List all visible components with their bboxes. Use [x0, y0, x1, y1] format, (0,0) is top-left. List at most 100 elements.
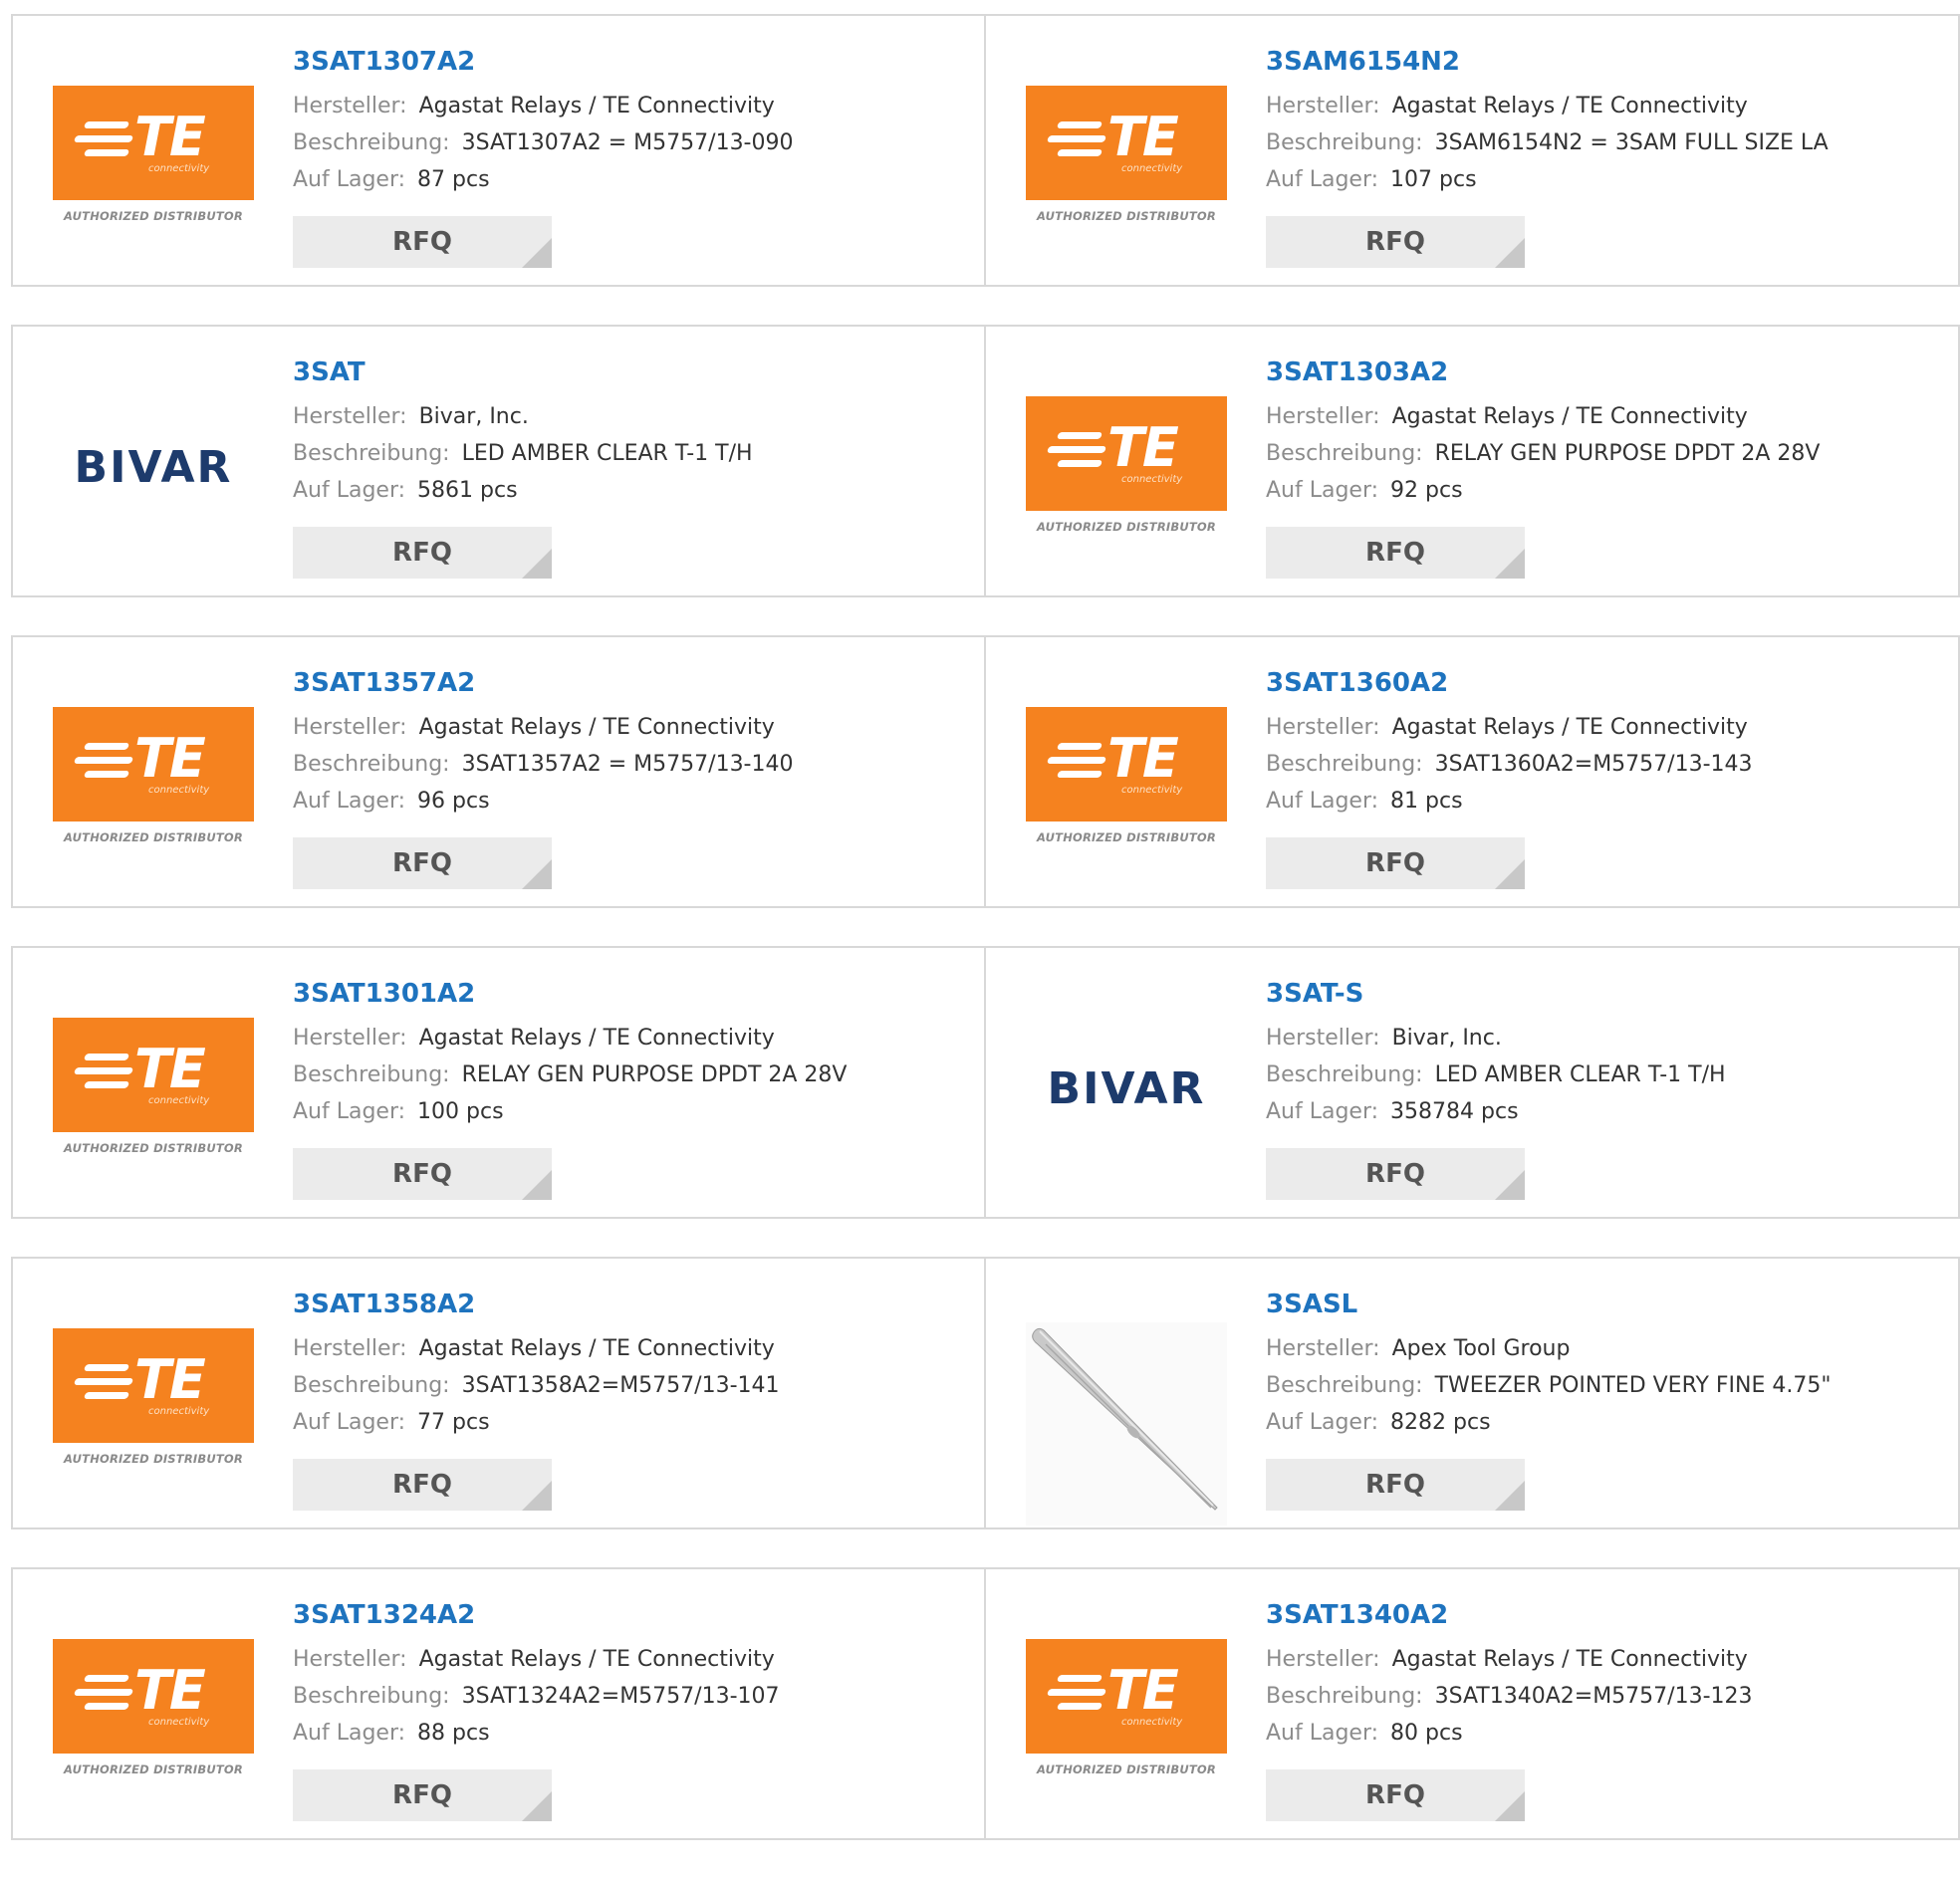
te-logo-lines — [73, 743, 134, 781]
description-field-value: 3SAT1360A2=M5757/13-143 — [1434, 752, 1753, 777]
te-connectivity-logo: TE connectivity AUTHORIZED DISTRIBUTOR — [53, 1328, 254, 1468]
description-field: Beschreibung: 3SAT1357A2 = M5757/13-140 — [293, 746, 970, 783]
rfq-button-label: RFQ — [392, 1780, 452, 1810]
rfq-button-label: RFQ — [392, 538, 452, 568]
part-number-link[interactable]: 3SAT1358A2 — [293, 1287, 970, 1322]
corner-triangle-icon — [1495, 1791, 1525, 1821]
description-field-label: Beschreibung: — [1266, 1062, 1423, 1087]
part-number-link[interactable]: 3SAT1324A2 — [293, 1597, 970, 1633]
rfq-button[interactable]: RFQ — [293, 837, 552, 889]
product-card: TE connectivity AUTHORIZED DISTRIBUTOR 3SAT… — [11, 946, 986, 1219]
manufacturer-field: Hersteller: Agastat Relays / TE Connectiv… — [1266, 398, 1943, 435]
te-logo-lines — [73, 1054, 134, 1091]
description-field: Beschreibung: 3SAM6154N2 = 3SAM FULL SIZE… — [1266, 124, 1943, 161]
manufacturer-field-label: Hersteller: — [1266, 404, 1380, 429]
stock-field-value: 80 pcs — [1390, 1721, 1463, 1746]
rfq-button[interactable]: RFQ — [1266, 527, 1525, 579]
stock-field-label: Auf Lager: — [1266, 1410, 1379, 1435]
te-logo-box: TE connectivity — [1026, 86, 1227, 200]
corner-triangle-icon — [522, 238, 552, 268]
authorized-distributor-caption: AUTHORIZED DISTRIBUTOR — [1037, 520, 1216, 534]
product-info: 3SASL Hersteller: Apex Tool Group Beschreib… — [1266, 1287, 1943, 1441]
bivar-logo-text: BIVAR — [74, 442, 233, 493]
part-number-link[interactable]: 3SAT1357A2 — [293, 665, 970, 701]
authorized-distributor-caption: AUTHORIZED DISTRIBUTOR — [1037, 209, 1216, 223]
rfq-button[interactable]: RFQ — [1266, 837, 1525, 889]
description-field-value: 3SAT1324A2=M5757/13-107 — [461, 1684, 780, 1709]
part-number-link[interactable]: 3SAM6154N2 — [1266, 44, 1943, 80]
product-info: 3SAM6154N2 Hersteller: Agastat Relays / TE… — [1266, 44, 1943, 198]
description-field-value: RELAY GEN PURPOSE DPDT 2A 28V — [1434, 441, 1821, 466]
part-number-link[interactable]: 3SAT1307A2 — [293, 44, 970, 80]
rfq-button[interactable]: RFQ — [293, 1769, 552, 1821]
product-info: 3SAT1358A2 Hersteller: Agastat Relays / TE… — [293, 1287, 970, 1441]
authorized-distributor-caption: AUTHORIZED DISTRIBUTOR — [64, 830, 243, 844]
product-info: 3SAT Hersteller: Bivar, Inc. Beschreibung: L… — [293, 354, 970, 509]
rfq-button[interactable]: RFQ — [1266, 216, 1525, 268]
stock-field-label: Auf Lager: — [293, 1099, 406, 1124]
corner-triangle-icon — [522, 1170, 552, 1200]
rfq-button-label: RFQ — [392, 848, 452, 878]
rfq-button[interactable]: RFQ — [1266, 1769, 1525, 1821]
manufacturer-field-value: Agastat Relays / TE Connectivity — [1391, 1647, 1748, 1672]
product-info: 3SAT1301A2 Hersteller: Agastat Relays / TE… — [293, 976, 970, 1130]
rfq-button[interactable]: RFQ — [1266, 1459, 1525, 1511]
manufacturer-field-label: Hersteller: — [1266, 1647, 1380, 1672]
product-card: BIVAR 3SAT-S Hersteller: Bivar, Inc. Beschre… — [984, 946, 1960, 1219]
product-info: 3SAT1303A2 Hersteller: Agastat Relays / TE… — [1266, 354, 1943, 509]
description-field-value: 3SAM6154N2 = 3SAM FULL SIZE LA — [1434, 130, 1829, 155]
product-card: TE connectivity AUTHORIZED DISTRIBUTOR 3SAT… — [11, 1257, 986, 1529]
stock-field-value: 88 pcs — [417, 1721, 490, 1746]
authorized-distributor-caption: AUTHORIZED DISTRIBUTOR — [64, 1762, 243, 1776]
manufacturer-field-label: Hersteller: — [1266, 1336, 1380, 1361]
part-number-link[interactable]: 3SAT-S — [1266, 976, 1943, 1012]
manufacturer-field: Hersteller: Bivar, Inc. — [293, 398, 970, 435]
rfq-button[interactable]: RFQ — [293, 1148, 552, 1200]
manufacturer-field: Hersteller: Apex Tool Group — [1266, 1330, 1943, 1367]
stock-field-label: Auf Lager: — [293, 1721, 406, 1746]
manufacturer-field-label: Hersteller: — [1266, 1026, 1380, 1051]
part-number-link[interactable]: 3SAT1340A2 — [1266, 1597, 1943, 1633]
rfq-button[interactable]: RFQ — [1266, 1148, 1525, 1200]
corner-triangle-icon — [522, 1481, 552, 1511]
stock-field-value: 8282 pcs — [1390, 1410, 1491, 1435]
product-info: 3SAT1307A2 Hersteller: Agastat Relays / TE… — [293, 44, 970, 198]
stock-field-label: Auf Lager: — [293, 1410, 406, 1435]
authorized-distributor-caption: AUTHORIZED DISTRIBUTOR — [64, 1452, 243, 1466]
te-logo-text: TE — [134, 106, 206, 168]
manufacturer-field-value: Agastat Relays / TE Connectivity — [1391, 715, 1748, 740]
part-number-link[interactable]: 3SAT1360A2 — [1266, 665, 1943, 701]
description-field-value: 3SAT1358A2=M5757/13-141 — [461, 1373, 780, 1398]
stock-field-label: Auf Lager: — [1266, 1721, 1379, 1746]
product-card: TE connectivity AUTHORIZED DISTRIBUTOR 3SAM… — [984, 14, 1960, 287]
stock-field: Auf Lager: 96 pcs — [293, 783, 970, 820]
stock-field-value: 96 pcs — [417, 789, 490, 814]
stock-field-label: Auf Lager: — [293, 167, 406, 192]
te-logo-text: TE — [1107, 1659, 1179, 1722]
corner-triangle-icon — [1495, 238, 1525, 268]
part-number-link[interactable]: 3SAT — [293, 354, 970, 390]
rfq-button[interactable]: RFQ — [293, 216, 552, 268]
product-card: TE connectivity AUTHORIZED DISTRIBUTOR 3SAT… — [11, 14, 986, 287]
rfq-button-label: RFQ — [1365, 848, 1425, 878]
description-field-label: Beschreibung: — [293, 441, 450, 466]
part-number-link[interactable]: 3SASL — [1266, 1287, 1943, 1322]
description-field-label: Beschreibung: — [293, 1062, 450, 1087]
part-number-link[interactable]: 3SAT1303A2 — [1266, 354, 1943, 390]
manufacturer-field: Hersteller: Agastat Relays / TE Connectiv… — [293, 709, 970, 746]
product-card: TE connectivity AUTHORIZED DISTRIBUTOR 3SAT… — [984, 635, 1960, 908]
te-logo-box: TE connectivity — [53, 1328, 254, 1443]
part-number-link[interactable]: 3SAT1301A2 — [293, 976, 970, 1012]
product-card: TE connectivity AUTHORIZED DISTRIBUTOR 3SAT… — [984, 1567, 1960, 1840]
te-logo-text: TE — [1107, 416, 1179, 479]
rfq-button[interactable]: RFQ — [293, 527, 552, 579]
stock-field: Auf Lager: 87 pcs — [293, 161, 970, 198]
rfq-button[interactable]: RFQ — [293, 1459, 552, 1511]
te-logo-lines — [1046, 1675, 1107, 1713]
manufacturer-field-value: Agastat Relays / TE Connectivity — [418, 715, 775, 740]
product-info: 3SAT1360A2 Hersteller: Agastat Relays / TE… — [1266, 665, 1943, 820]
description-field-value: 3SAT1307A2 = M5757/13-090 — [461, 130, 794, 155]
product-row: TE connectivity AUTHORIZED DISTRIBUTOR 3SAT… — [11, 635, 1960, 908]
te-connectivity-logo: TE connectivity AUTHORIZED DISTRIBUTOR — [53, 1018, 254, 1157]
manufacturer-field-label: Hersteller: — [293, 1026, 407, 1051]
